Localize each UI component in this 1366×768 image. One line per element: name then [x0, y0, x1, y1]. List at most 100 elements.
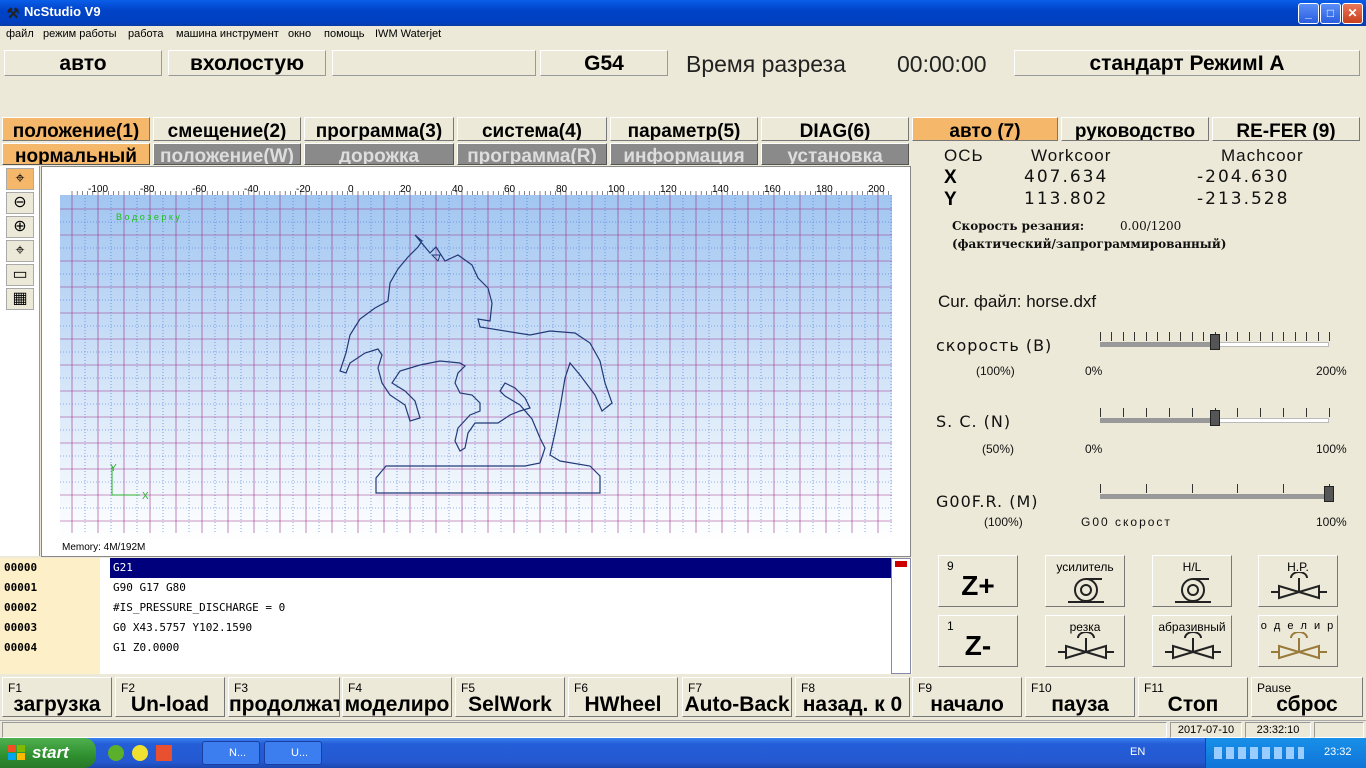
menu-file[interactable]: файл [6, 28, 34, 40]
subtab-info[interactable]: информация [610, 143, 758, 165]
zoom-out-icon[interactable]: ⊖ [6, 192, 34, 214]
y-work-value: 113.802 [1024, 189, 1109, 209]
slider-thumb[interactable] [1209, 410, 1220, 426]
fkey-label: сброс [1276, 693, 1338, 716]
f10-pause-button[interactable]: F10 пауза [1025, 677, 1135, 717]
slider-thumb[interactable] [1324, 486, 1334, 502]
slider-tick [1191, 332, 1193, 341]
tab-offset[interactable]: смещение(2) [153, 117, 301, 141]
memory-readout: Memory: 4M/192M [62, 542, 146, 553]
gcode-line[interactable]: #IS_PRESSURE_DISCHARGE = 0 [110, 598, 891, 618]
f1-load-button[interactable]: F1 загрузка [2, 677, 112, 717]
start-button[interactable]: start [0, 738, 96, 768]
abrasive-button[interactable]: абразивный [1152, 615, 1232, 667]
zoom-in-icon[interactable]: ⊕ [6, 216, 34, 238]
line-number: 00001 [0, 578, 100, 598]
z-plus-button[interactable]: 9 Z+ [938, 555, 1018, 607]
menu-machine-tool[interactable]: машина инструмент [176, 28, 279, 40]
amplifier-button[interactable]: усилитель [1045, 555, 1125, 607]
gcode-line[interactable]: G0 X43.5757 Y102.1590 [110, 618, 891, 638]
f4-simulate-button[interactable]: F4 моделиро [342, 677, 452, 717]
tab-diag[interactable]: DIAG(6) [761, 117, 909, 141]
subtab-position-w[interactable]: положение(W) [153, 143, 301, 165]
slider-tick [1283, 332, 1285, 341]
f6-hwheel-button[interactable]: F6 HWheel [568, 677, 678, 717]
subtab-normal[interactable]: нормальный [2, 143, 150, 165]
slider-tick [1100, 484, 1101, 493]
tab-auto[interactable]: авто (7) [912, 117, 1058, 141]
fit-window-icon[interactable]: ▭ [6, 264, 34, 286]
sc-slider[interactable] [1100, 408, 1330, 428]
f8-back-to-zero-button[interactable]: F8 назад. к 0 [795, 677, 910, 717]
center-view-icon[interactable]: ⌖ [6, 240, 34, 262]
g00-slider[interactable] [1100, 484, 1334, 504]
menu-iwm-waterjet[interactable]: IWM Waterjet [375, 28, 441, 40]
gcode-line[interactable]: G1 Z0.0000 [110, 638, 891, 658]
speed-slider-max: 200% [1316, 364, 1347, 378]
slider-tick [1317, 332, 1319, 341]
clear-track-icon[interactable]: ▦ [6, 288, 34, 310]
toolpath-view[interactable]: -100 -80 -60 -40 -20 0 20 40 60 80 100 120 140 160 180… [60, 183, 892, 541]
blank-indicator [332, 50, 536, 76]
gcode-listing[interactable]: 00000 G21 00001 G90 G17 G80 00002 #IS_PR… [0, 558, 912, 674]
tab-program[interactable]: программа(3) [304, 117, 454, 141]
slider-thumb[interactable] [1209, 334, 1220, 350]
slider-tick [1145, 484, 1147, 493]
menu-work[interactable]: работа [128, 28, 163, 40]
pause-reset-button[interactable]: Pause сброс [1251, 677, 1363, 717]
menu-mode[interactable]: режим работы [43, 28, 117, 40]
model-button[interactable]: о д е л и р [1258, 615, 1338, 667]
minimize-button[interactable]: _ [1298, 3, 1319, 24]
f3-continue-button[interactable]: F3продолжать [228, 677, 340, 717]
tab-manual[interactable]: руководство [1061, 117, 1209, 141]
scrollbar-thumb[interactable] [895, 561, 907, 567]
plot-canvas[interactable]: -100 -80 -60 -40 -20 0 20 40 60 80 100 120 140 160 180… [41, 166, 911, 557]
ruler-tick-label: 180 [816, 184, 833, 195]
crosshair-icon[interactable]: ⌖ [6, 168, 34, 190]
f9-start-button[interactable]: F9 начало [912, 677, 1022, 717]
valve-icon [1271, 572, 1327, 600]
gcode-line[interactable]: G21 [110, 558, 891, 578]
subtab-program-r[interactable]: программа(R) [457, 143, 607, 165]
z-minus-button[interactable]: 1 Z- [938, 615, 1018, 667]
hp-button[interactable]: H.P. [1258, 555, 1338, 607]
tab-refer[interactable]: RE-FER (9) [1212, 117, 1360, 141]
quicklaunch-icon[interactable] [132, 745, 148, 761]
gcode-scrollbar[interactable] [891, 558, 911, 674]
language-indicator[interactable]: EN [1130, 746, 1145, 758]
quicklaunch-icon[interactable] [108, 745, 124, 761]
taskbar-other[interactable]: U... [264, 741, 322, 765]
status-bar: 2017-07-10 23:32:10 [0, 720, 1366, 738]
speed-slider-label: скорость (B) [936, 336, 1053, 355]
axis-y-label: Y [944, 189, 957, 210]
tab-system[interactable]: система(4) [457, 117, 607, 141]
cut-button[interactable]: резка [1045, 615, 1125, 667]
taskbar-ncstudio[interactable]: N... [202, 741, 260, 765]
g00-slider-max: 100% [1316, 515, 1347, 529]
tab-position[interactable]: положение(1) [2, 117, 150, 141]
f5-selwork-button[interactable]: F5 SelWork [455, 677, 565, 717]
mode-indicator: авто [4, 50, 162, 76]
f11-stop-button[interactable]: F11 Стоп [1138, 677, 1248, 717]
gcode-line[interactable]: G90 G17 G80 [110, 578, 891, 598]
slider-tick [1260, 332, 1262, 341]
speed-slider[interactable] [1100, 332, 1330, 352]
f7-autoback-button[interactable]: F7 Auto-Back [682, 677, 792, 717]
valve-icon [1165, 632, 1221, 660]
menu-help[interactable]: помощь [324, 28, 365, 40]
slider-tick [1122, 408, 1124, 417]
tab-parameter[interactable]: параметр(5) [610, 117, 758, 141]
tray-icons[interactable] [1214, 747, 1304, 759]
slider-tick [1237, 332, 1239, 341]
quicklaunch-icon[interactable] [156, 745, 172, 761]
maximize-button[interactable]: □ [1320, 3, 1341, 24]
menu-window[interactable]: окно [288, 28, 311, 40]
subtab-setup[interactable]: установка [761, 143, 909, 165]
f2-unload-button[interactable]: F2 Un-load [115, 677, 225, 717]
g00-slider-min: G00 скорост [1081, 515, 1172, 529]
hl-button[interactable]: H/L [1152, 555, 1232, 607]
slider-tick [1122, 332, 1124, 341]
cut-time-value: 00:00:00 [897, 51, 987, 77]
subtab-track[interactable]: дорожка [304, 143, 454, 165]
close-button[interactable]: ✕ [1342, 3, 1363, 24]
